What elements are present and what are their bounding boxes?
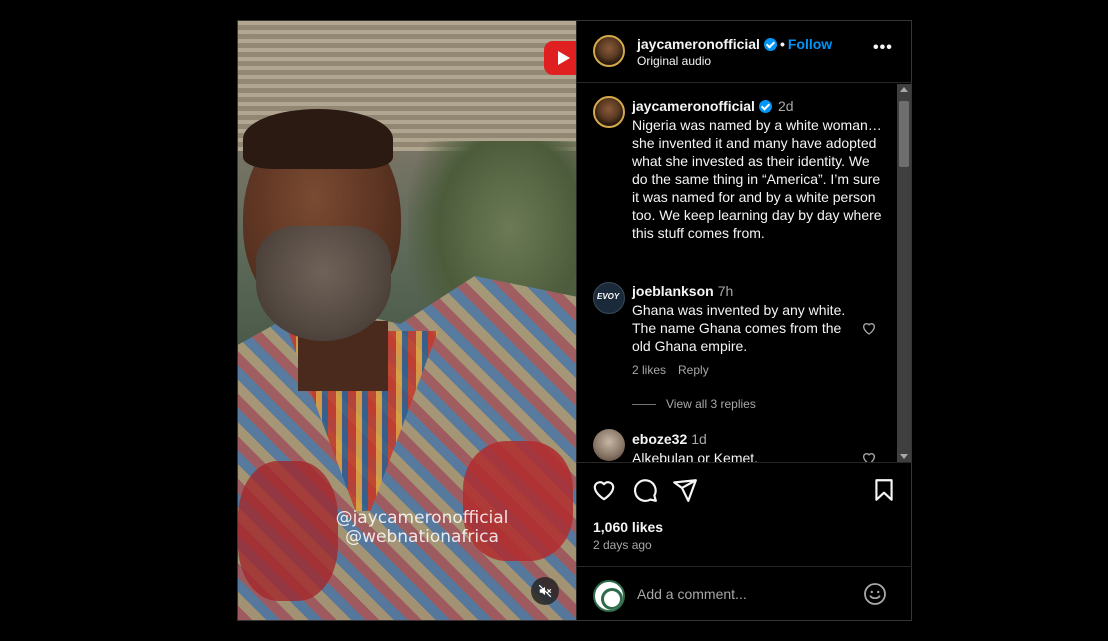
video-overlay-text: @webnationafrica	[345, 527, 499, 547]
comment-avatar[interactable]: EVOY	[593, 282, 625, 314]
author-avatar[interactable]	[593, 35, 625, 67]
comment-composer	[577, 566, 912, 620]
scroll-down-arrow-icon[interactable]	[900, 454, 908, 459]
reply-button[interactable]: Reply	[678, 363, 709, 377]
likes-count[interactable]: 1,060 likes	[593, 519, 663, 535]
mute-button[interactable]	[531, 577, 559, 605]
more-options-icon[interactable]: •••	[873, 40, 893, 59]
comment-time: 7h	[717, 283, 734, 299]
comment-header: eboze32 1d	[632, 431, 707, 447]
comment-username[interactable]: joeblankson	[632, 283, 714, 299]
comment-like-icon[interactable]	[861, 320, 877, 336]
current-user-avatar	[593, 580, 625, 612]
person-beard	[256, 226, 391, 341]
comment-avatar[interactable]	[593, 429, 625, 461]
separator-dot: •	[779, 36, 785, 52]
mute-icon	[538, 584, 552, 598]
caption-username[interactable]: jaycameronofficial	[632, 98, 755, 114]
heart-icon[interactable]	[591, 477, 617, 503]
bookmark-icon[interactable]	[871, 477, 897, 503]
comment-like-icon[interactable]	[861, 450, 877, 462]
caption-time: 2d	[777, 98, 794, 114]
share-icon[interactable]	[672, 477, 698, 503]
comment-text: Ghana was invented by any white. The nam…	[632, 302, 846, 354]
comment-icon[interactable]	[632, 477, 658, 503]
comments-scrollbar[interactable]	[897, 84, 911, 462]
comments-list[interactable]: jaycameronofficial 2d Nigeria was named b…	[577, 84, 899, 462]
emoji-icon[interactable]	[863, 582, 887, 606]
author-username[interactable]: jaycameronofficial	[637, 36, 760, 52]
verified-badge-icon	[763, 38, 777, 51]
post-age: 2 days ago	[593, 538, 652, 552]
follow-button[interactable]: Follow	[788, 36, 832, 52]
youtube-logo-icon	[544, 41, 576, 75]
caption-text: Nigeria was named by a white woman… she …	[632, 117, 882, 241]
comment-header: joeblankson 7h	[632, 283, 733, 299]
post-modal: @jaycameronofficial @webnationafrica jay…	[237, 20, 912, 621]
comment-meta: 2 likes Reply	[632, 363, 721, 377]
caption-avatar[interactable]	[593, 96, 625, 128]
scroll-up-arrow-icon[interactable]	[900, 87, 908, 92]
audio-link[interactable]: Original audio	[637, 54, 711, 68]
comment-likes[interactable]: 2 likes	[632, 363, 666, 377]
author-header-line: jaycameronofficial • Follow	[637, 36, 832, 52]
person-hair	[243, 109, 393, 169]
comment-username[interactable]: eboze32	[632, 431, 687, 447]
comment-time: 1d	[691, 431, 707, 447]
comment-input[interactable]	[637, 583, 857, 605]
post-sidebar: jaycameronofficial • Follow Original audio…	[576, 21, 912, 620]
verified-badge-icon	[758, 100, 772, 113]
post-header: jaycameronofficial • Follow Original audio…	[577, 21, 912, 83]
view-replies-button[interactable]: View all 3 replies	[666, 397, 756, 411]
video-player[interactable]: @jaycameronofficial @webnationafrica	[238, 21, 576, 620]
avatar-logo-text: EVOY	[597, 292, 620, 301]
scrollbar-thumb[interactable]	[899, 101, 909, 167]
comment-text: Alkebulan or Kemet.	[632, 450, 759, 462]
video-overlay-text: @jaycameronofficial	[335, 508, 509, 528]
caption-header: jaycameronofficial 2d	[632, 98, 794, 114]
divider-line	[632, 404, 656, 405]
